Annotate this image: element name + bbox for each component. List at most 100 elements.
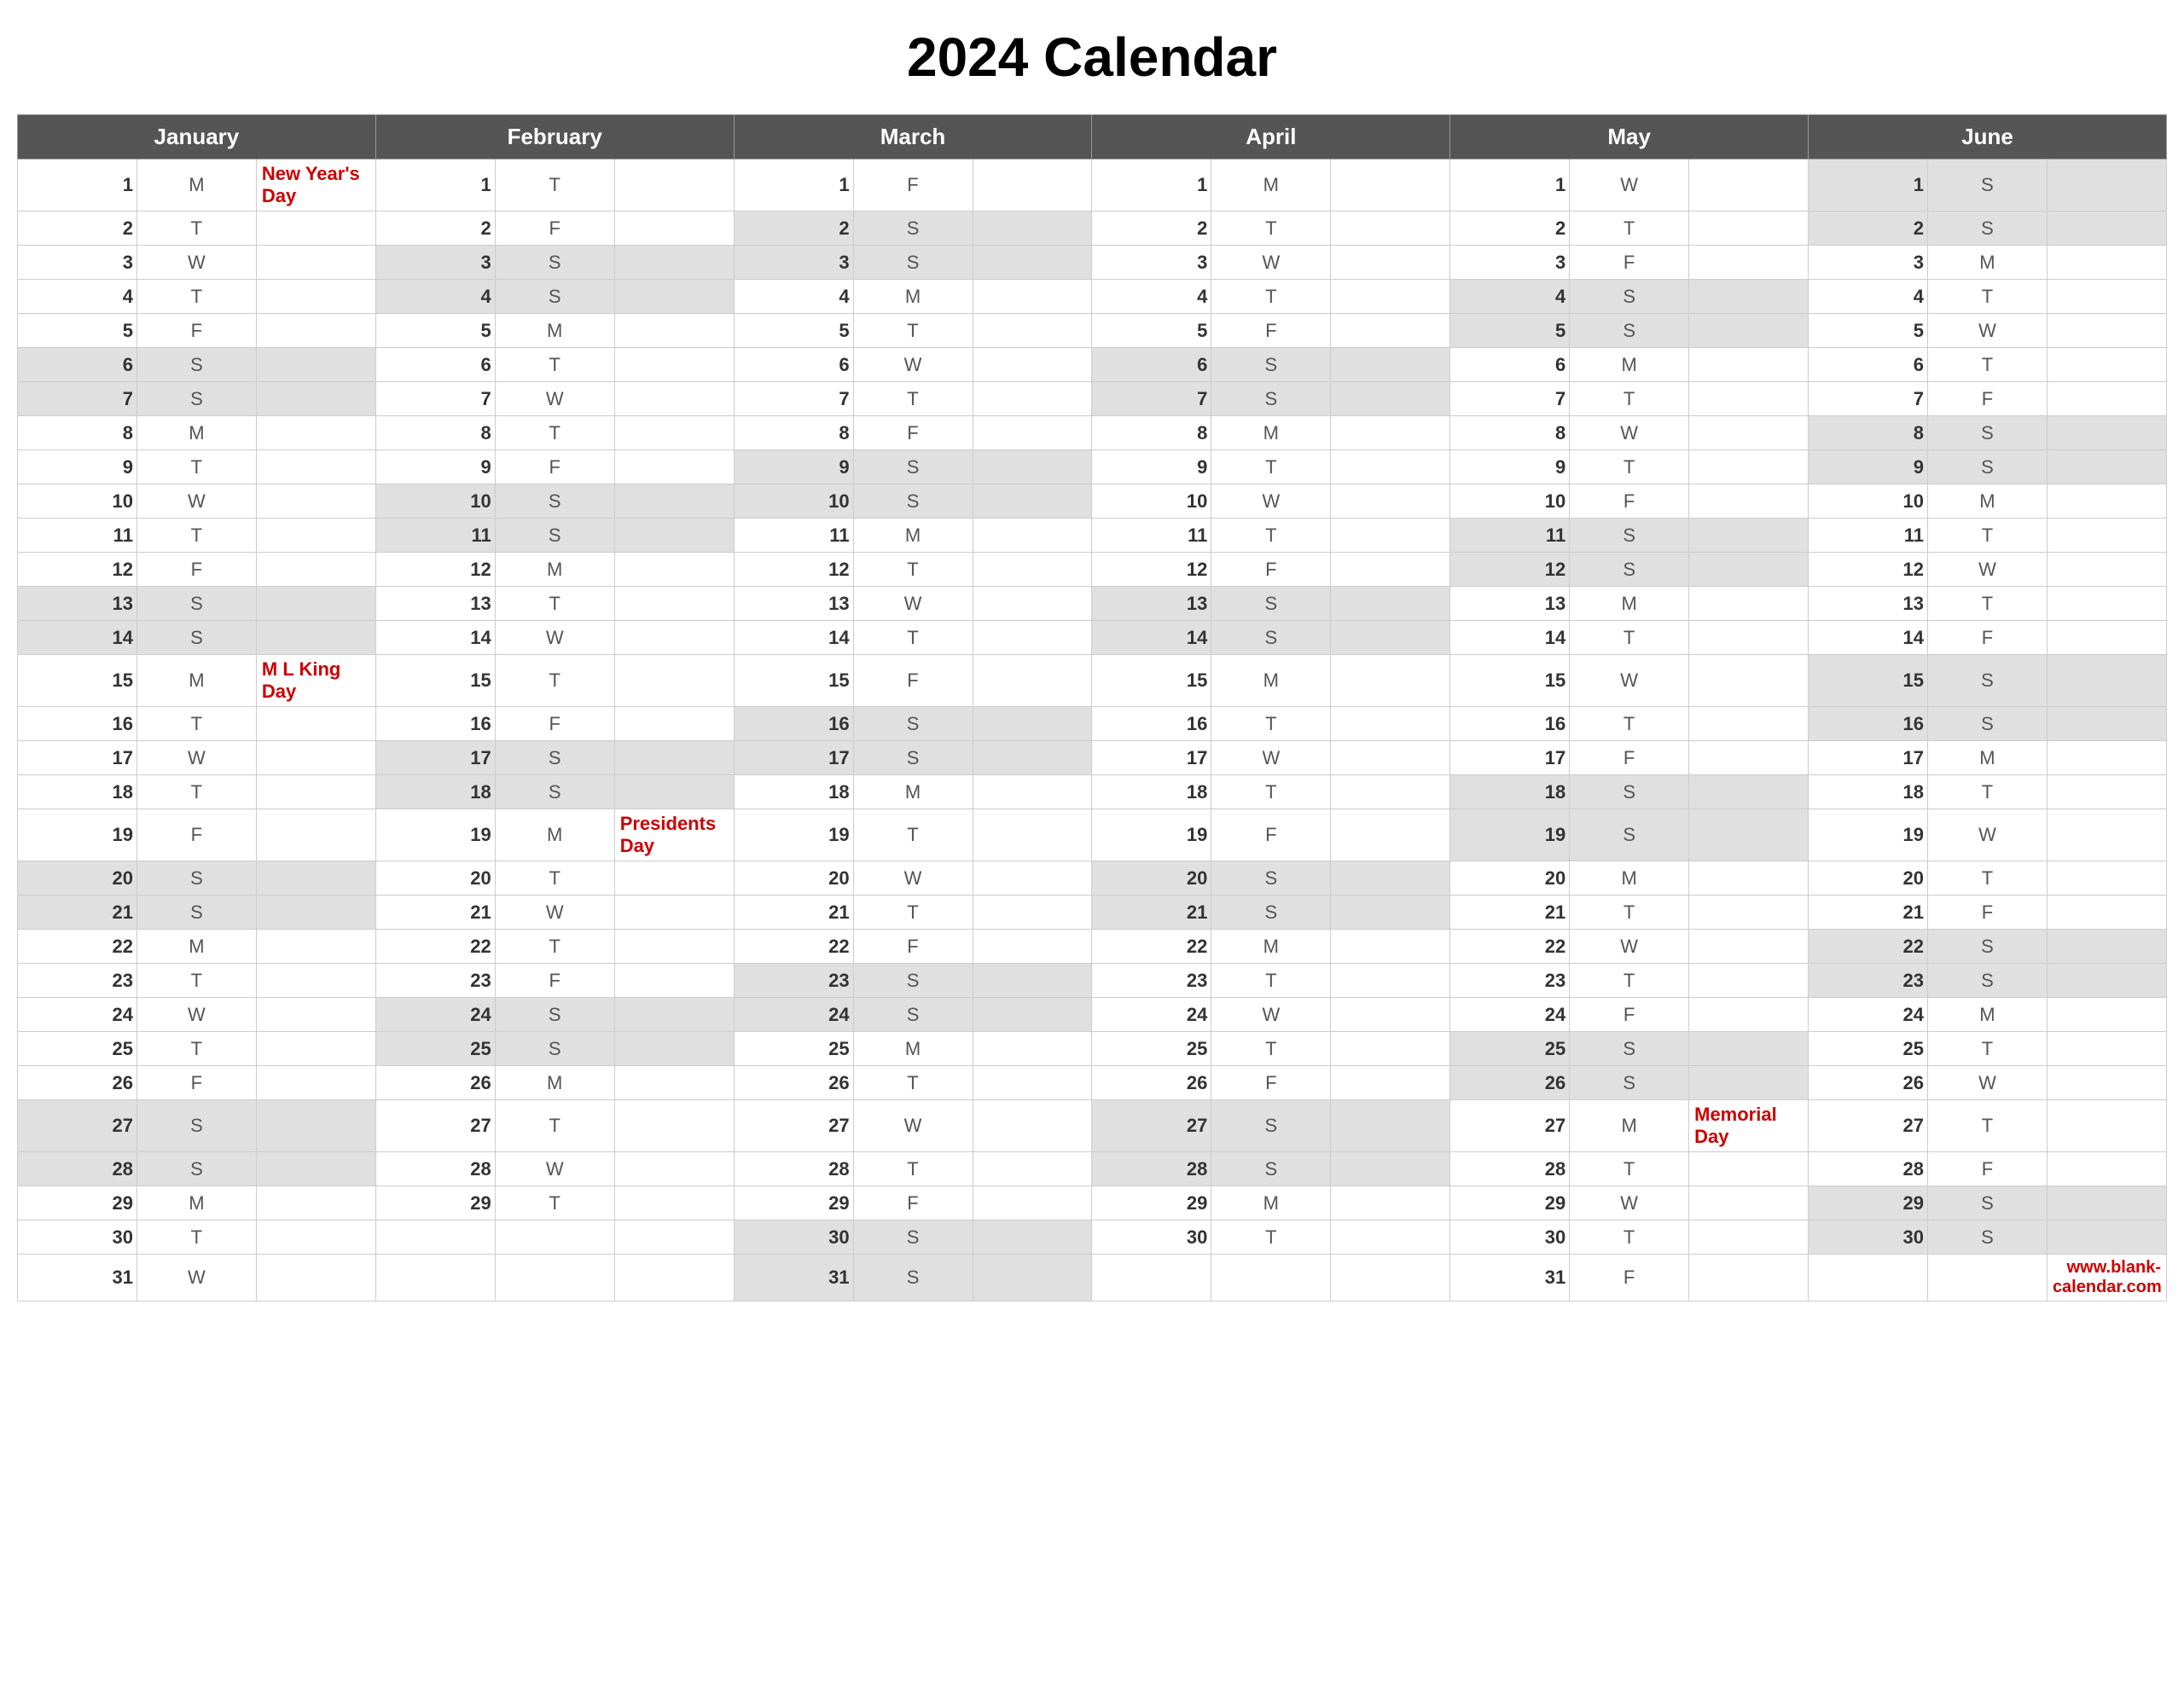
day-num: 6 (375, 348, 495, 382)
day-dow: S (853, 964, 973, 998)
day-num: 16 (734, 707, 853, 741)
event-cell (1689, 484, 1809, 519)
event-cell (2047, 741, 2166, 775)
event-cell (2047, 212, 2166, 246)
day-dow: S (495, 246, 614, 280)
day-dow: T (1211, 964, 1331, 998)
day-num: 1 (734, 159, 853, 212)
day-num: 7 (1092, 382, 1211, 416)
event-cell (614, 1186, 734, 1220)
day-dow: M (136, 416, 256, 450)
day-dow: S (1928, 450, 2048, 484)
day-num: 30 (1450, 1220, 1570, 1255)
day-num: 19 (1450, 809, 1570, 861)
day-dow: T (1928, 280, 2048, 314)
day-num: 20 (375, 861, 495, 896)
event-cell (614, 741, 734, 775)
day-dow: F (1570, 1255, 1689, 1301)
event-cell (614, 519, 734, 553)
event-cell (2047, 450, 2166, 484)
event-cell (1689, 1186, 1809, 1220)
day-num: 13 (18, 587, 137, 621)
calendar-table: JanuaryFebruaryMarchAprilMayJune1MNew Ye… (17, 114, 2167, 1301)
event-cell: Memorial Day (1689, 1100, 1809, 1152)
day-num: 16 (375, 707, 495, 741)
day-dow: T (495, 930, 614, 964)
day-dow: S (1211, 896, 1331, 930)
day-dow: T (1211, 707, 1331, 741)
event-cell (1689, 741, 1809, 775)
day-num: 31 (18, 1255, 137, 1301)
event-cell (2047, 519, 2166, 553)
day-num: 24 (1450, 998, 1570, 1032)
day-dow: M (1570, 348, 1689, 382)
event-cell (1331, 1255, 1450, 1301)
day-dow: S (1570, 1032, 1689, 1066)
day-dow: T (1570, 212, 1689, 246)
event-cell (614, 1100, 734, 1152)
day-num: 23 (18, 964, 137, 998)
event-cell (1331, 484, 1450, 519)
event-cell (2047, 896, 2166, 930)
day-dow: S (1928, 1186, 2048, 1220)
event-cell (256, 1152, 375, 1186)
event-cell (614, 964, 734, 998)
day-num: 12 (375, 553, 495, 587)
event-cell (256, 314, 375, 348)
day-dow: T (495, 416, 614, 450)
day-dow: T (136, 964, 256, 998)
day-dow: T (1928, 587, 2048, 621)
day-num: 21 (1450, 896, 1570, 930)
month-header-january: January (18, 115, 376, 159)
event-cell (1331, 930, 1450, 964)
day-num: 24 (734, 998, 853, 1032)
day-num: 5 (1450, 314, 1570, 348)
day-num: 13 (1092, 587, 1211, 621)
day-dow: S (853, 450, 973, 484)
event-cell (973, 348, 1092, 382)
day-dow: T (495, 655, 614, 707)
day-dow: T (495, 1186, 614, 1220)
event-cell (614, 861, 734, 896)
day-num: 15 (1450, 655, 1570, 707)
month-header-april: April (1092, 115, 1450, 159)
day-dow: M (495, 809, 614, 861)
day-num (1809, 1255, 1928, 1301)
event-cell (1331, 861, 1450, 896)
event-cell (1331, 1186, 1450, 1220)
day-num: 2 (1092, 212, 1211, 246)
day-dow: W (1928, 809, 2048, 861)
event-cell (2047, 930, 2166, 964)
day-num: 10 (1450, 484, 1570, 519)
day-dow: T (853, 553, 973, 587)
event-cell (256, 519, 375, 553)
event-cell (1331, 775, 1450, 809)
event-cell (1689, 775, 1809, 809)
day-num: 6 (734, 348, 853, 382)
day-dow: M (1211, 1186, 1331, 1220)
event-cell (973, 861, 1092, 896)
day-num: 29 (1809, 1186, 1928, 1220)
day-num: 14 (1450, 621, 1570, 655)
day-num: 31 (734, 1255, 853, 1301)
event-cell (973, 1220, 1092, 1255)
day-num: 27 (1450, 1100, 1570, 1152)
event-cell (1331, 416, 1450, 450)
event-cell (614, 1032, 734, 1066)
day-dow: S (853, 246, 973, 280)
day-num: 19 (18, 809, 137, 861)
day-num: 29 (375, 1186, 495, 1220)
day-dow: T (136, 280, 256, 314)
day-num: 15 (18, 655, 137, 707)
day-dow: F (1211, 553, 1331, 587)
day-num: 25 (1450, 1032, 1570, 1066)
event-cell (256, 553, 375, 587)
day-dow: F (1570, 246, 1689, 280)
day-num: 14 (1809, 621, 1928, 655)
event-cell (2047, 246, 2166, 280)
event-cell (1689, 1255, 1809, 1301)
day-dow: S (1570, 280, 1689, 314)
day-dow: W (853, 1100, 973, 1152)
day-num: 26 (1450, 1066, 1570, 1100)
day-num: 17 (375, 741, 495, 775)
